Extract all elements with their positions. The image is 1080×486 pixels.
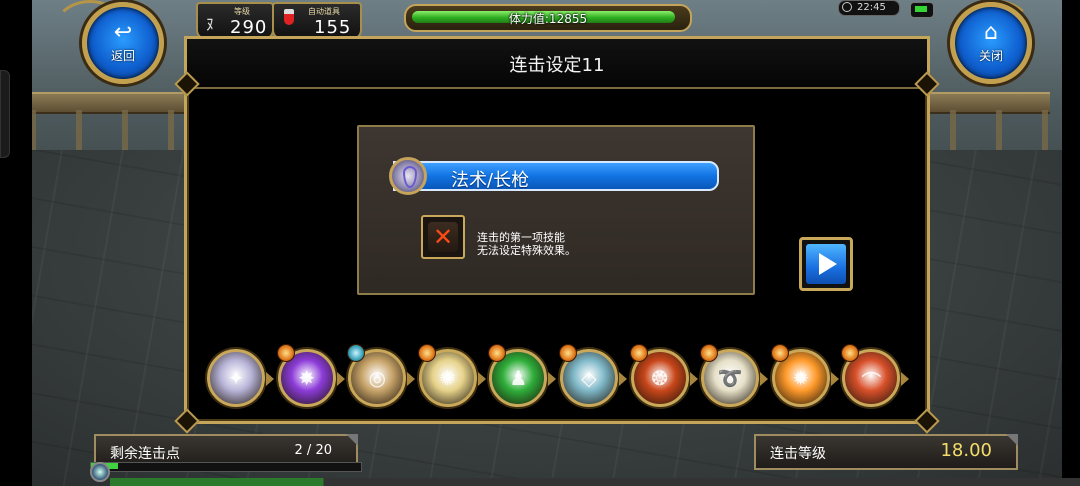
bottom-status-strip <box>110 478 1080 486</box>
cage-skill-icon[interactable]: ◎ <box>347 344 416 407</box>
skill-note: 连击的第一项技能 无法设定特殊效果。 <box>477 231 576 257</box>
skill-badge-icon <box>770 344 789 362</box>
back-button[interactable]: ↩ 返回 <box>82 2 164 84</box>
home-icon: ⌂ <box>984 20 998 45</box>
combo-points-value: 2 / 20 <box>294 443 332 458</box>
level-display: ﾇ 等级 290 <box>196 2 274 40</box>
skill-glyph: ✺ <box>439 366 457 390</box>
skill-badge-icon <box>629 344 648 362</box>
skill-badge-icon <box>347 344 366 362</box>
corner-fold <box>346 434 358 446</box>
skill-badge-icon <box>417 344 436 362</box>
corner-fold <box>1006 434 1018 446</box>
skill-glyph: ♟ <box>509 366 528 390</box>
battery-level <box>915 6 927 12</box>
clock: 22:45 <box>838 0 900 16</box>
auto-item-display[interactable]: 自动道具 155 <box>272 2 362 40</box>
lance-skill-icon[interactable]: ✦ <box>207 349 274 407</box>
skill-glyph: ◎ <box>368 366 386 390</box>
spiral-skill-icon[interactable]: ➰ <box>700 344 769 407</box>
purple-comet-skill-icon[interactable]: ✸ <box>276 344 345 407</box>
fire-cat-skill-icon[interactable]: ❂ <box>629 344 698 407</box>
flame-dome-skill-icon[interactable]: ⌒ <box>841 344 910 407</box>
combo-level: 连击等级 18.00 <box>754 434 1018 470</box>
skill-badge-icon <box>276 344 295 362</box>
skill-glyph: ➰ <box>717 366 743 390</box>
screen-left-edge <box>0 0 32 486</box>
skill-glyph: ✸ <box>298 366 315 390</box>
skill-detail-box: 法术/长枪 ✕ 连击的第一项技能 无法设定特殊效果。 <box>357 125 755 295</box>
panel-title: 连击设定11 <box>509 55 605 76</box>
skill-badge-icon <box>700 344 719 362</box>
level-label: 等级 <box>234 7 250 16</box>
skill-badge-icon <box>488 344 507 362</box>
stamina-bar: 体力值:12855 <box>404 4 692 32</box>
combo-level-value: 18.00 <box>940 440 992 461</box>
screen-right-edge <box>1062 0 1080 486</box>
auto-item-value: 155 <box>314 17 352 38</box>
level-value: 290 <box>230 17 268 38</box>
back-button-label: 返回 <box>110 49 135 63</box>
auto-item-label: 自动道具 <box>308 7 340 16</box>
clock-icon <box>842 2 852 12</box>
x-icon: ✕ <box>428 222 458 252</box>
selected-skill-bar[interactable]: 法术/长枪 <box>393 161 719 191</box>
potion-icon <box>284 9 294 25</box>
side-notch <box>0 70 10 158</box>
play-arrow-icon <box>806 244 846 284</box>
skill-note-line2: 无法设定特殊效果。 <box>477 244 576 257</box>
return-arrow-icon: ↩ <box>113 20 133 45</box>
lance-skill-icon <box>389 157 427 195</box>
skill-note-line1: 连击的第一项技能 <box>477 231 565 244</box>
battery-icon <box>910 2 934 18</box>
burst-skill-icon[interactable]: ✺ <box>417 344 486 407</box>
skill-glyph: ❂ <box>651 366 668 390</box>
special-effect-slot[interactable]: ✕ <box>421 215 465 259</box>
next-button[interactable] <box>799 237 853 291</box>
skill-glyph: ✹ <box>792 366 810 390</box>
combo-setting-panel: 连击设定11 法术/长枪 ✕ 连击的第一项技能 无法设定特殊效果。 ✦ ✸ ◎ ✺ ♟ ◇… <box>174 36 940 434</box>
panel-title-bar: 连击设定11 <box>187 39 927 89</box>
sun-burst-skill-icon[interactable]: ✹ <box>770 344 839 407</box>
green-figure-skill-icon[interactable]: ♟ <box>488 344 557 407</box>
close-button[interactable]: ⌂ 关闭 <box>950 2 1032 84</box>
combo-level-label: 连击等级 <box>770 446 826 462</box>
experience-bar <box>90 462 362 472</box>
selected-skill-name: 法术/长枪 <box>451 170 530 191</box>
level-icon: ﾇ <box>206 15 215 34</box>
skill-glyph: ⌒ <box>861 370 882 394</box>
clock-time: 22:45 <box>857 2 886 13</box>
skill-badge-icon <box>841 344 860 362</box>
skill-glyph: ✦ <box>227 366 245 390</box>
skill-badge-icon <box>559 344 577 362</box>
stamina-text: 体力值:12855 <box>508 12 588 26</box>
crystal-skill-icon[interactable]: ◇ <box>559 344 627 407</box>
skill-chain: ✦ ✸ ◎ ✺ ♟ ◇ ❂ ➰ ✹ ⌒ <box>207 343 917 413</box>
combo-points-label: 剩余连击点 <box>110 446 180 462</box>
experience-orb-icon <box>90 462 110 482</box>
skill-glyph: ◇ <box>581 366 597 390</box>
close-button-label: 关闭 <box>978 49 1003 63</box>
